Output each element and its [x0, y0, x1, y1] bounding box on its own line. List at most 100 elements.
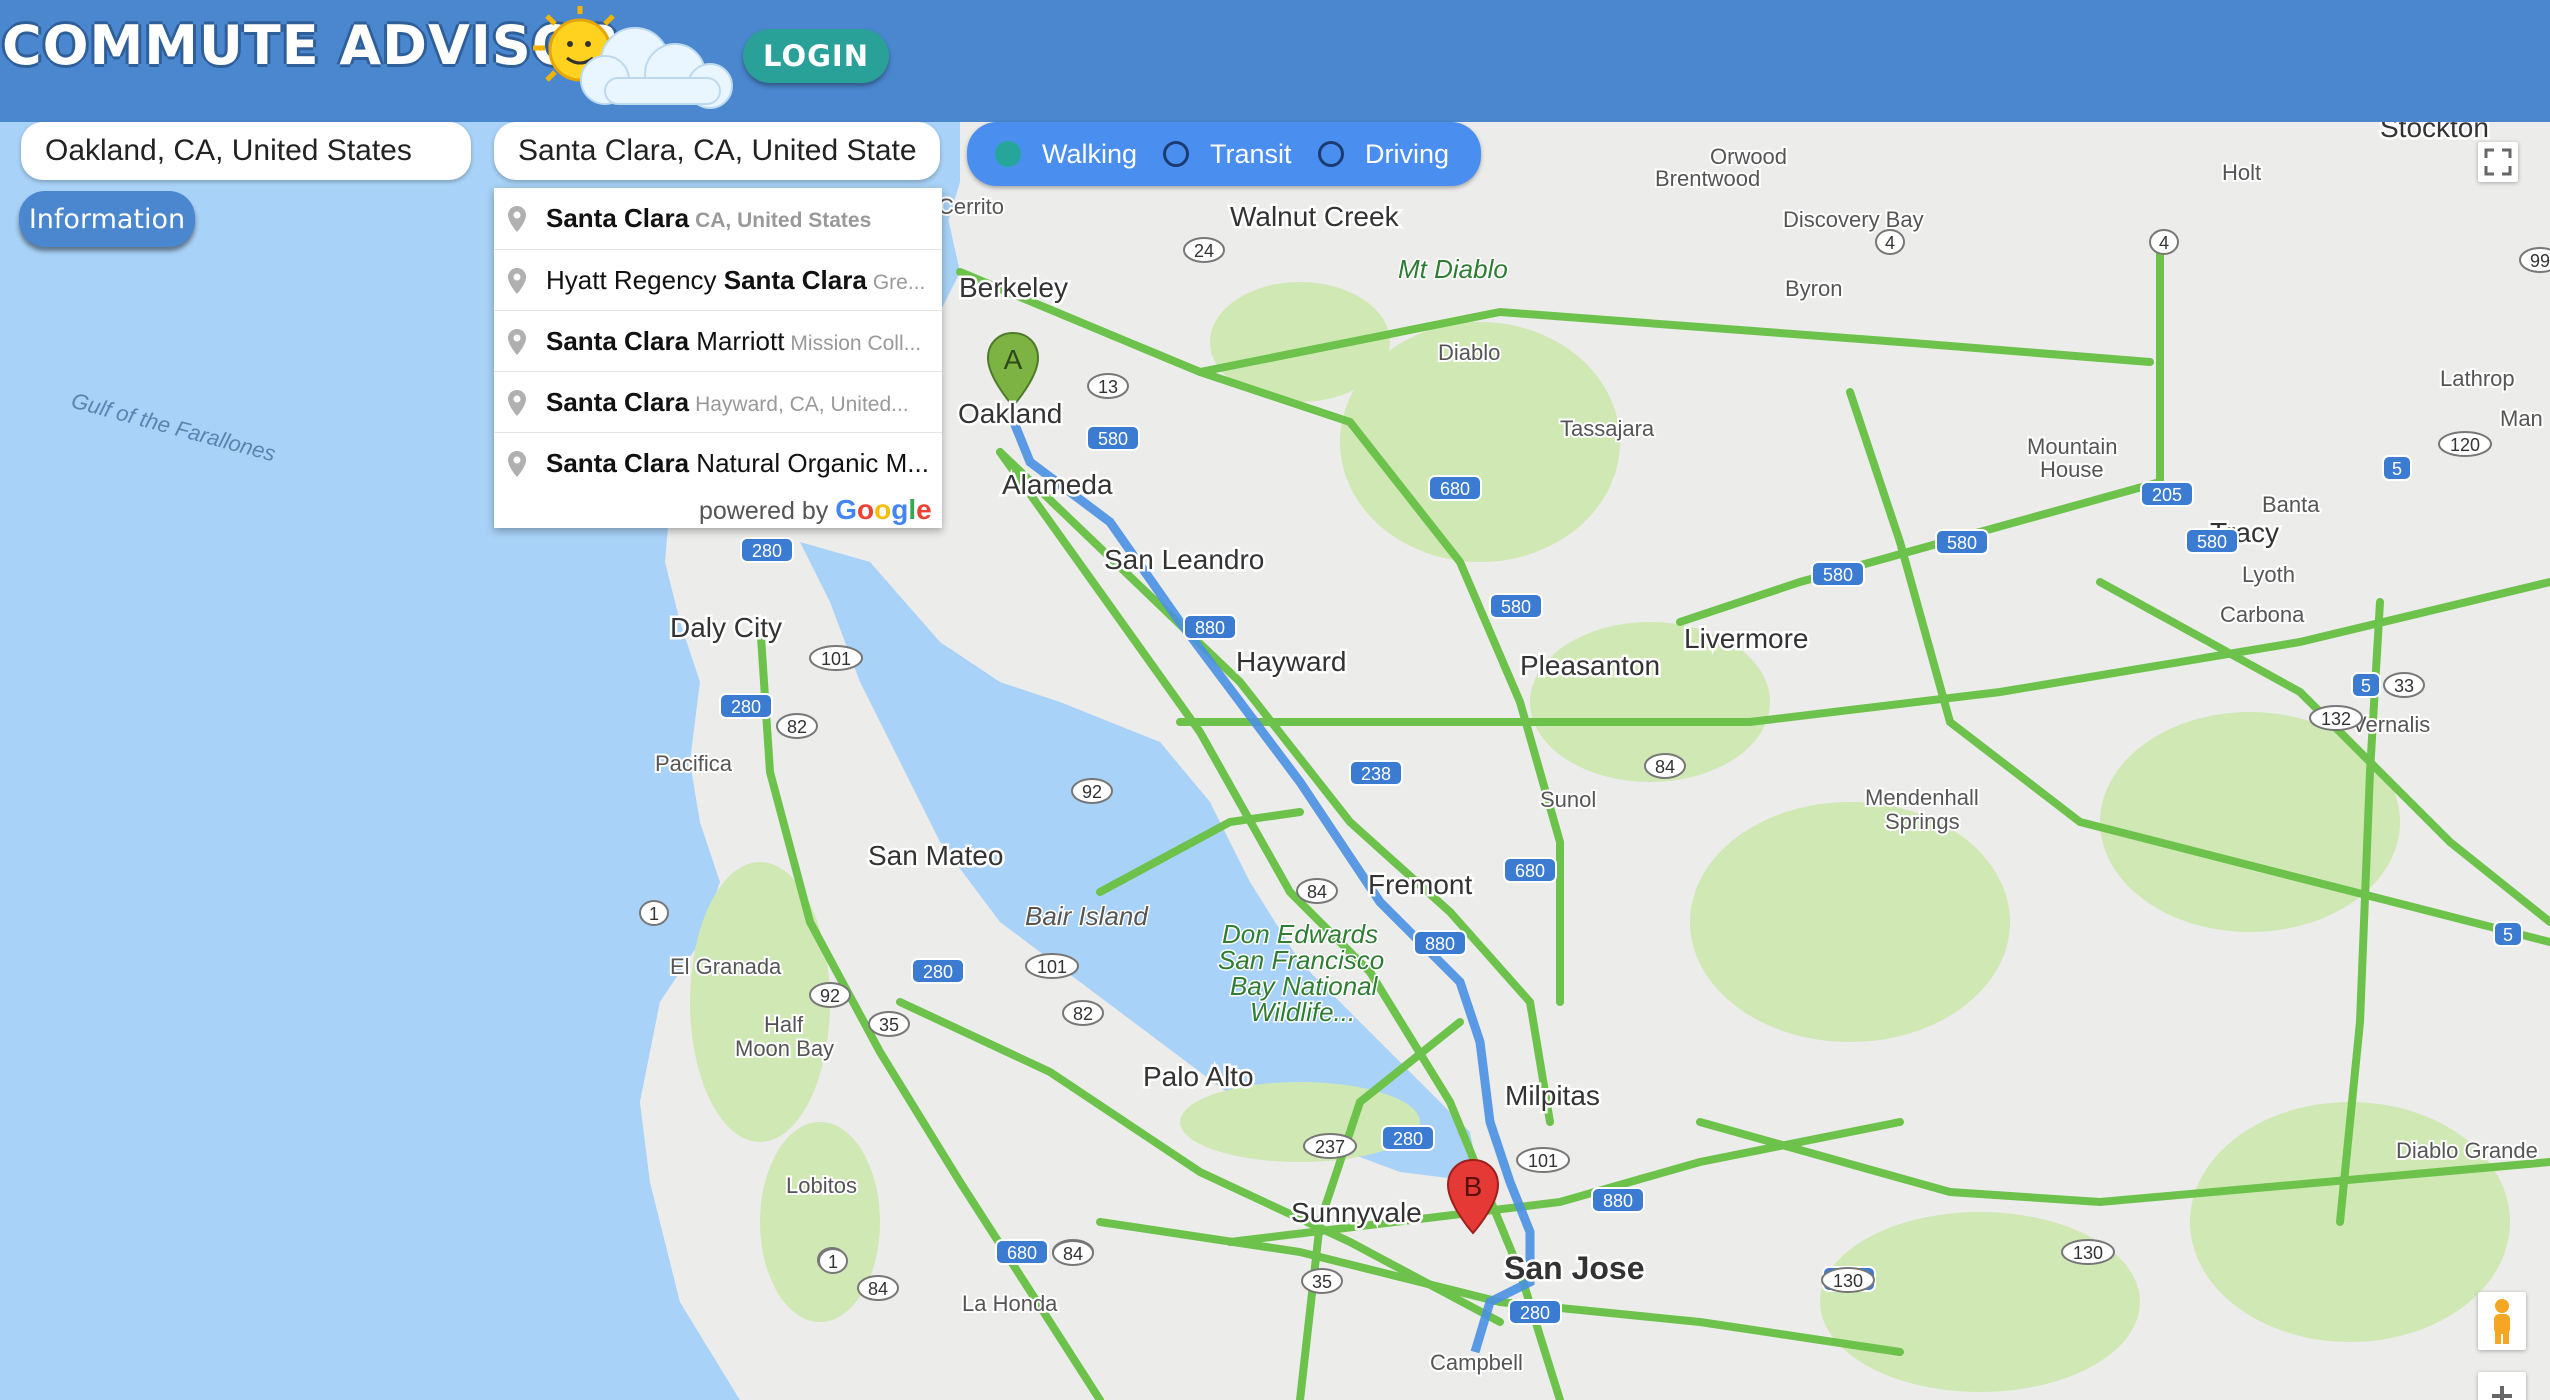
autocomplete-main-rest: Natural Organic M... — [689, 448, 929, 478]
fullscreen-icon — [2484, 148, 2512, 176]
label-san-mateo: San Mateo — [868, 840, 1003, 871]
highway-shield: 1 — [639, 900, 669, 926]
highway-shield: 680 — [1428, 475, 1482, 501]
highway-shield-label: 4 — [1885, 233, 1895, 253]
label-la-honda: La Honda — [962, 1291, 1058, 1316]
label-mountain-house: Mountain — [2027, 434, 2118, 459]
plus-icon — [2492, 1386, 2512, 1400]
highway-shield-label: 205 — [2152, 485, 2182, 505]
autocomplete-main: Santa Clara — [546, 203, 690, 233]
powered-by-text: powered by — [699, 497, 829, 525]
autocomplete-item[interactable]: Hyatt Regency Santa Clara Gre... — [494, 249, 942, 311]
label-half-moon-2: Moon Bay — [735, 1036, 834, 1061]
autocomplete-main-rest: Marriott — [689, 326, 785, 356]
highway-shield: 101 — [809, 645, 863, 671]
highway-shield-label: 5 — [2392, 459, 2402, 479]
label-oakland: Oakland — [958, 398, 1062, 429]
highway-shield-label: 13 — [1098, 377, 1118, 397]
highway-shield-label: 680 — [1007, 1243, 1037, 1263]
radio-driving[interactable] — [1318, 141, 1344, 167]
autocomplete-item[interactable]: Santa Clara Hayward, CA, United... — [494, 371, 942, 433]
autocomplete-main: Santa Clara — [546, 326, 690, 356]
highway-shield: 84 — [1296, 878, 1338, 904]
highway-shield: 238 — [1349, 760, 1403, 786]
highway-shield-label: 580 — [1947, 533, 1977, 553]
highway-shield: 5 — [2493, 921, 2523, 947]
label-livermore: Livermore — [1684, 623, 1808, 654]
label-san-jose: San Jose — [1504, 1250, 1645, 1286]
label-sunol: Sunol — [1540, 787, 1596, 812]
mode-transit[interactable]: Transit — [1163, 122, 1292, 186]
highway-shield-label: 280 — [1520, 1303, 1550, 1323]
highway-shield: 680 — [995, 1239, 1049, 1265]
highway-shield-label: 33 — [2394, 676, 2414, 696]
label-manteca: Man — [2500, 406, 2543, 431]
autocomplete-item[interactable]: Santa Clara Natural Organic M... — [494, 432, 942, 494]
highway-shield: 130 — [2061, 1239, 2115, 1265]
autocomplete-secondary: CA, United States — [695, 209, 872, 232]
highway-shield-label: 82 — [787, 717, 807, 737]
highway-shield: 580 — [1935, 529, 1989, 555]
login-button[interactable]: LOGIN — [743, 29, 889, 83]
mode-driving[interactable]: Driving — [1318, 122, 1449, 186]
radio-transit[interactable] — [1163, 141, 1189, 167]
highway-shield: 4 — [1875, 229, 1905, 255]
highway-shield: 84 — [1644, 753, 1686, 779]
autocomplete-item[interactable]: Santa Clara CA, United States — [494, 188, 942, 249]
highway-shield: 84 — [857, 1275, 899, 1301]
label-bair-island: Bair Island — [1025, 901, 1149, 931]
street-view-button[interactable] — [2478, 1292, 2526, 1350]
highway-shield: 680 — [1503, 857, 1557, 883]
mode-walking[interactable]: Walking — [995, 122, 1137, 186]
label-mountain-house-2: House — [2040, 457, 2104, 482]
label-cerrito: Cerrito — [938, 194, 1004, 219]
label-don-edwards-4: Wildlife... — [1250, 997, 1355, 1027]
highway-shield-label: 101 — [821, 649, 851, 669]
highway-shield-label: 132 — [2321, 709, 2351, 729]
label-campbell: Campbell — [1430, 1350, 1523, 1375]
highway-shield-label: 280 — [731, 697, 761, 717]
highway-shield-label: 101 — [1528, 1151, 1558, 1171]
highway-shield: 880 — [1413, 930, 1467, 956]
sun-cloud-icon — [533, 6, 733, 109]
highway-shield-label: 120 — [2450, 435, 2480, 455]
highway-shield-label: 880 — [1603, 1191, 1633, 1211]
highway-shield-label: 92 — [1082, 782, 1102, 802]
highway-shield: 13 — [1087, 373, 1129, 399]
origin-input[interactable] — [21, 122, 471, 180]
highway-shield-label: 880 — [1195, 618, 1225, 638]
fullscreen-button[interactable] — [2478, 142, 2518, 182]
autocomplete-item[interactable]: Santa Clara Marriott Mission Coll... — [494, 310, 942, 372]
label-carbona: Carbona — [2220, 602, 2305, 627]
label-fremont: Fremont — [1368, 869, 1472, 900]
location-pin-icon — [508, 205, 526, 232]
highway-shield-label: 84 — [868, 1279, 888, 1299]
highway-shield: 880 — [1183, 614, 1237, 640]
map-canvas[interactable]: A B Stockton Orwood Brentwood Holt Disco… — [0, 122, 2550, 1400]
highway-shield: 92 — [1071, 778, 1113, 804]
destination-input[interactable] — [494, 122, 940, 180]
highway-shield-label: 580 — [2197, 532, 2227, 552]
highway-shield-label: 680 — [1440, 479, 1470, 499]
highway-shield: 280 — [911, 958, 965, 984]
highway-shield-label: 880 — [1425, 934, 1455, 954]
highway-shield-label: 238 — [1361, 764, 1391, 784]
autocomplete-secondary: Gre... — [872, 271, 926, 294]
autocomplete-main: Santa Clara — [546, 387, 690, 417]
highway-shield: 5 — [2351, 672, 2381, 698]
label-tassajara: Tassajara — [1560, 416, 1655, 441]
zoom-in-button[interactable] — [2478, 1372, 2526, 1400]
label-san-leandro: San Leandro — [1104, 544, 1264, 575]
highway-shield: 35 — [1301, 1268, 1343, 1294]
autocomplete-main: Santa Clara — [723, 265, 867, 295]
mode-transit-label: Transit — [1210, 138, 1292, 169]
radio-walking[interactable] — [995, 141, 1021, 167]
information-button[interactable]: Information — [19, 191, 195, 247]
highway-shield-label: 580 — [1823, 565, 1853, 585]
highway-shield-label: 130 — [1833, 1271, 1863, 1291]
highway-shield: 4 — [2149, 229, 2179, 255]
location-pin-icon — [508, 267, 526, 294]
label-lobitos: Lobitos — [786, 1173, 857, 1198]
highway-shield-label: 35 — [879, 1015, 899, 1035]
label-diablo: Diablo — [1438, 340, 1500, 365]
